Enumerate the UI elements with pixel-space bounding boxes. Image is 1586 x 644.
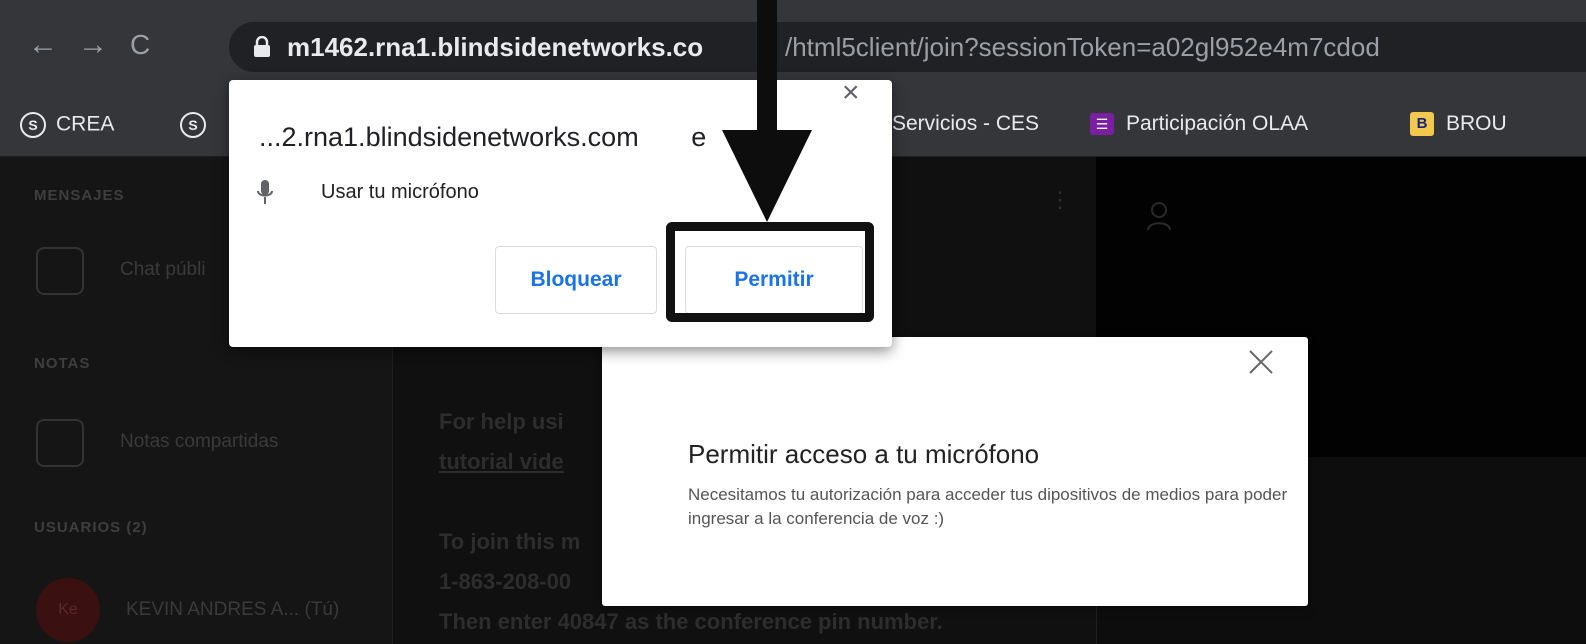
mic-access-dialog: Permitir acceso a tu micrófono Necesitam… [602, 337, 1308, 606]
chat-join-text: To join this m [439, 529, 581, 554]
chat-item[interactable]: Chat públi [120, 259, 206, 281]
close-icon[interactable] [1248, 349, 1274, 375]
notes-item[interactable]: Notas compartidas [120, 431, 278, 453]
avatar: Ke [36, 578, 100, 642]
address-bar[interactable]: m1462.rna1.blindsidenetworks.co /html5cl… [229, 22, 1586, 72]
more-options-icon[interactable]: ⋮ [1049, 187, 1071, 213]
section-messages: MENSAJES [34, 187, 125, 204]
chat-icon [36, 247, 84, 295]
bookmark-s[interactable]: S [180, 112, 216, 138]
section-users: USUARIOS (2) [34, 519, 148, 536]
reload-icon[interactable]: C [130, 30, 150, 60]
bookmark-brou[interactable]: B BROU [1410, 112, 1507, 137]
notes-icon [36, 419, 84, 467]
url-host: m1462.rna1.blindsidenetworks.co [287, 32, 704, 62]
url-path: /html5client/join?sessionToken=a02gl952e… [785, 32, 1380, 62]
bookmark-servicios[interactable]: Servicios - CES [892, 112, 1039, 136]
popup-title: ...2.rna1.blindsidenetworks.com e [259, 122, 706, 153]
microphone-icon [257, 180, 273, 204]
close-icon[interactable]: × [842, 76, 860, 110]
popup-title-suffix: e [691, 122, 707, 152]
back-arrow-icon[interactable]: ← [28, 30, 58, 60]
annotation-arrow [757, 0, 777, 140]
chat-tutorial-link[interactable]: tutorial vide [439, 449, 564, 475]
forward-arrow-icon[interactable]: → [78, 30, 108, 60]
list-icon: ☰ [1090, 113, 1114, 136]
popup-origin: ...2.rna1.blindsidenetworks.com [259, 122, 639, 152]
block-button[interactable]: Bloquear [495, 246, 657, 314]
arrow-head-icon [722, 130, 812, 222]
dialog-description: Necesitamos tu autorización para acceder… [688, 485, 1288, 528]
s-circle-icon: S [180, 112, 206, 138]
dialog-title: Permitir acceso a tu micrófono [688, 439, 1040, 469]
lock-icon[interactable] [253, 36, 271, 58]
permission-text: Usar tu micrófono [321, 181, 479, 203]
chat-pin-text: Then enter 40847 as the conference pin n… [439, 609, 943, 634]
bookmark-label: Participación OLAA [1126, 112, 1309, 135]
s-circle-icon: S [20, 112, 46, 138]
chat-help-text: For help usi [439, 409, 564, 434]
bookmark-crea[interactable]: S CREA [20, 112, 114, 138]
annotation-highlight-box [666, 222, 874, 322]
user-icon [1147, 202, 1171, 231]
brou-icon: B [1410, 112, 1434, 137]
bookmark-label: CREA [56, 112, 115, 136]
bookmark-label: BROU [1446, 112, 1507, 135]
bookmark-participacion[interactable]: ☰ Participación OLAA [1090, 112, 1308, 136]
bookmark-label: Servicios - CES [892, 112, 1040, 135]
section-notes: NOTAS [34, 355, 91, 372]
user-name[interactable]: KEVIN ANDRES A... (Tú) [126, 599, 339, 621]
chat-phone-text: 1-863-208-00 [439, 569, 572, 594]
